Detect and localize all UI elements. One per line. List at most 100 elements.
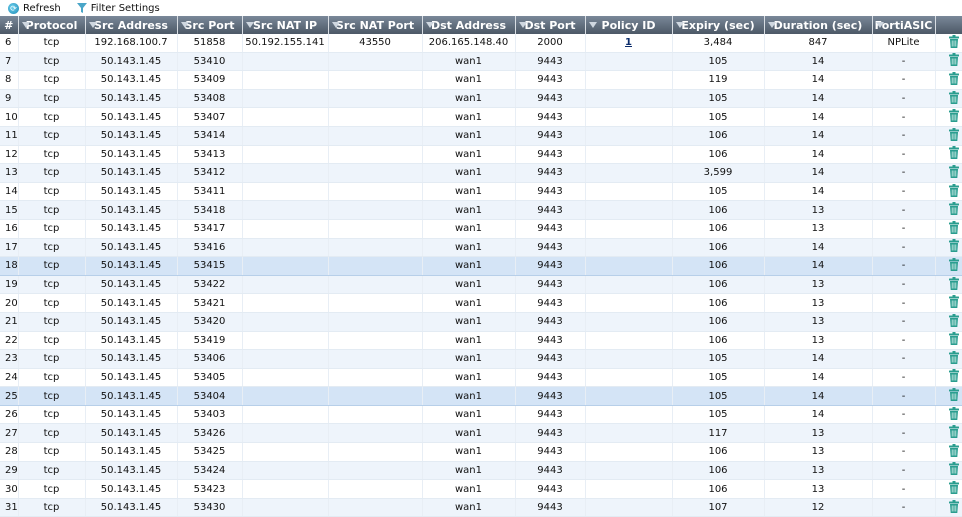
table-row[interactable]: 28 tcp 50.143.1.45 53425 wan1 9443 106 13- bbox=[0, 442, 962, 462]
cell-index: 13 bbox=[0, 163, 19, 183]
sort-triangle-icon[interactable] bbox=[767, 22, 776, 28]
trash-icon[interactable] bbox=[948, 183, 960, 200]
cell-policy-id bbox=[585, 107, 673, 127]
trash-icon[interactable] bbox=[948, 388, 960, 404]
column-header-protocol[interactable]: Protocol bbox=[18, 16, 86, 34]
trash-icon[interactable] bbox=[948, 481, 960, 497]
sort-triangle-icon[interactable] bbox=[588, 22, 597, 28]
table-row[interactable]: 30 tcp 50.143.1.45 53423 wan1 9443 106 13- bbox=[0, 479, 962, 499]
trash-icon[interactable] bbox=[948, 332, 960, 348]
cell-actions bbox=[935, 182, 962, 202]
trash-icon[interactable] bbox=[948, 443, 960, 460]
table-row[interactable]: 15 tcp 50.143.1.45 53418 wan1 9443 106 13- bbox=[0, 200, 962, 220]
cell-protocol: tcp bbox=[18, 479, 86, 499]
sort-triangle-icon[interactable] bbox=[425, 22, 434, 28]
column-header-duration[interactable]: Duration (sec) bbox=[764, 16, 873, 34]
sort-triangle-icon[interactable] bbox=[331, 22, 340, 28]
table-row[interactable]: 18 tcp 50.143.1.45 53415 wan1 9443 106 14- bbox=[0, 256, 962, 276]
table-row[interactable]: 20 tcp 50.143.1.45 53421 wan1 9443 106 13- bbox=[0, 293, 962, 313]
table-row[interactable]: 12 tcp 50.143.1.45 53413 wan1 9443 106 14- bbox=[0, 145, 962, 165]
trash-icon[interactable] bbox=[948, 90, 960, 107]
column-header-src-port[interactable]: Src Port bbox=[177, 16, 243, 34]
trash-icon[interactable] bbox=[948, 127, 960, 144]
table-row[interactable]: 7 tcp 50.143.1.45 53410 wan1 9443 105 14- bbox=[0, 52, 962, 72]
table-row[interactable]: 13 tcp 50.143.1.45 53412 wan1 9443 3,599 14- bbox=[0, 163, 962, 183]
trash-icon[interactable] bbox=[948, 499, 960, 516]
sessions-table: # Protocol Src Address Src Port Src NAT IP Sr… bbox=[0, 16, 962, 517]
table-row[interactable]: 26 tcp 50.143.1.45 53403 wan1 9443 105 14- bbox=[0, 405, 962, 425]
trash-icon[interactable] bbox=[948, 164, 960, 181]
cell-fortiasic: - bbox=[872, 368, 936, 388]
sort-triangle-icon[interactable] bbox=[245, 22, 254, 28]
cell-src-nat-ip bbox=[242, 70, 329, 90]
refresh-button[interactable]: ⟳ Refresh bbox=[8, 2, 61, 14]
column-header-src-address[interactable]: Src Address bbox=[85, 16, 178, 34]
trash-icon[interactable] bbox=[948, 406, 960, 423]
trash-icon[interactable] bbox=[948, 313, 960, 330]
column-header-expiry[interactable]: Expiry (sec) bbox=[672, 16, 765, 34]
trash-icon[interactable] bbox=[948, 239, 960, 255]
trash-icon[interactable] bbox=[948, 34, 960, 51]
policy-id-link[interactable]: 1 bbox=[625, 37, 632, 48]
cell-protocol: tcp bbox=[18, 182, 86, 202]
cell-src-port: 53410 bbox=[177, 52, 243, 72]
sort-triangle-icon[interactable] bbox=[88, 22, 97, 28]
column-header-dst-address[interactable]: Dst Address bbox=[422, 16, 516, 34]
table-row[interactable]: 16 tcp 50.143.1.45 53417 wan1 9443 106 13- bbox=[0, 219, 962, 239]
cell-src-nat-ip bbox=[242, 479, 329, 499]
trash-icon[interactable] bbox=[948, 257, 960, 274]
table-row[interactable]: 31 tcp 50.143.1.45 53430 wan1 9443 107 12- bbox=[0, 498, 962, 517]
cell-src-nat-ip bbox=[242, 275, 329, 295]
cell-index: 27 bbox=[0, 423, 19, 444]
cell-dst-address: wan1 bbox=[422, 442, 516, 462]
table-row[interactable]: 25 tcp 50.143.1.45 53404 wan1 9443 105 14- bbox=[0, 386, 962, 406]
trash-icon[interactable] bbox=[948, 369, 960, 385]
sort-triangle-icon[interactable] bbox=[21, 22, 30, 28]
table-row[interactable]: 29 tcp 50.143.1.45 53424 wan1 9443 106 13- bbox=[0, 461, 962, 481]
table-row[interactable]: 19 tcp 50.143.1.45 53422 wan1 9443 106 13- bbox=[0, 275, 962, 295]
filter-settings-button[interactable]: Filter Settings bbox=[76, 3, 160, 14]
table-row[interactable]: 9 tcp 50.143.1.45 53408 wan1 9443 105 14- bbox=[0, 89, 962, 109]
column-header-index[interactable]: # bbox=[0, 16, 19, 34]
trash-icon[interactable] bbox=[948, 350, 960, 367]
cell-src-nat-ip bbox=[242, 89, 329, 109]
sort-triangle-icon[interactable] bbox=[180, 22, 189, 28]
trash-icon[interactable] bbox=[948, 146, 960, 162]
table-row[interactable]: 8 tcp 50.143.1.45 53409 wan1 9443 119 14- bbox=[0, 70, 962, 90]
column-header-policy-id[interactable]: Policy ID bbox=[585, 16, 673, 34]
trash-icon[interactable] bbox=[948, 425, 960, 441]
cell-dst-address: wan1 bbox=[422, 182, 516, 202]
trash-icon[interactable] bbox=[948, 71, 960, 88]
trash-icon[interactable] bbox=[948, 53, 960, 69]
sort-triangle-icon[interactable] bbox=[675, 22, 684, 28]
trash-icon[interactable] bbox=[948, 202, 960, 218]
table-row[interactable]: 10 tcp 50.143.1.45 53407 wan1 9443 105 14- bbox=[0, 107, 962, 127]
column-header-src-nat-ip[interactable]: Src NAT IP bbox=[242, 16, 329, 34]
trash-icon[interactable] bbox=[948, 276, 960, 293]
cell-index: 26 bbox=[0, 405, 19, 425]
table-row[interactable]: 27 tcp 50.143.1.45 53426 wan1 9443 117 13- bbox=[0, 423, 962, 444]
column-header-label: Dst Address bbox=[430, 18, 506, 32]
cell-src-port: 53407 bbox=[177, 107, 243, 127]
table-row[interactable]: 17 tcp 50.143.1.45 53416 wan1 9443 106 14- bbox=[0, 238, 962, 258]
column-header-src-nat-port[interactable]: Src NAT Port bbox=[328, 16, 423, 34]
cell-dst-port: 9443 bbox=[515, 275, 586, 295]
trash-icon[interactable] bbox=[948, 220, 960, 237]
table-row[interactable]: 21 tcp 50.143.1.45 53420 wan1 9443 106 13- bbox=[0, 312, 962, 332]
sort-triangle-icon[interactable] bbox=[518, 22, 527, 28]
table-row[interactable]: 24 tcp 50.143.1.45 53405 wan1 9443 105 14- bbox=[0, 368, 962, 388]
table-row[interactable]: 6 tcp 192.168.100.7 51858 50.192.155.141 4355… bbox=[0, 34, 962, 53]
cell-actions bbox=[935, 107, 962, 127]
column-header-actions[interactable] bbox=[935, 16, 962, 34]
trash-icon[interactable] bbox=[948, 462, 960, 478]
sort-triangle-icon[interactable] bbox=[875, 22, 884, 28]
table-row[interactable]: 11 tcp 50.143.1.45 53414 wan1 9443 106 14- bbox=[0, 126, 962, 146]
column-header-dst-port[interactable]: Dst Port bbox=[515, 16, 586, 34]
table-row[interactable]: 14 tcp 50.143.1.45 53411 wan1 9443 105 14- bbox=[0, 182, 962, 202]
column-header-fortiasic[interactable]: FortiASIC bbox=[872, 16, 936, 34]
table-row[interactable]: 23 tcp 50.143.1.45 53406 wan1 9443 105 14- bbox=[0, 349, 962, 369]
table-row[interactable]: 22 tcp 50.143.1.45 53419 wan1 9443 106 13- bbox=[0, 331, 962, 351]
cell-policy-id bbox=[585, 219, 673, 239]
trash-icon[interactable] bbox=[948, 295, 960, 311]
trash-icon[interactable] bbox=[948, 109, 960, 125]
